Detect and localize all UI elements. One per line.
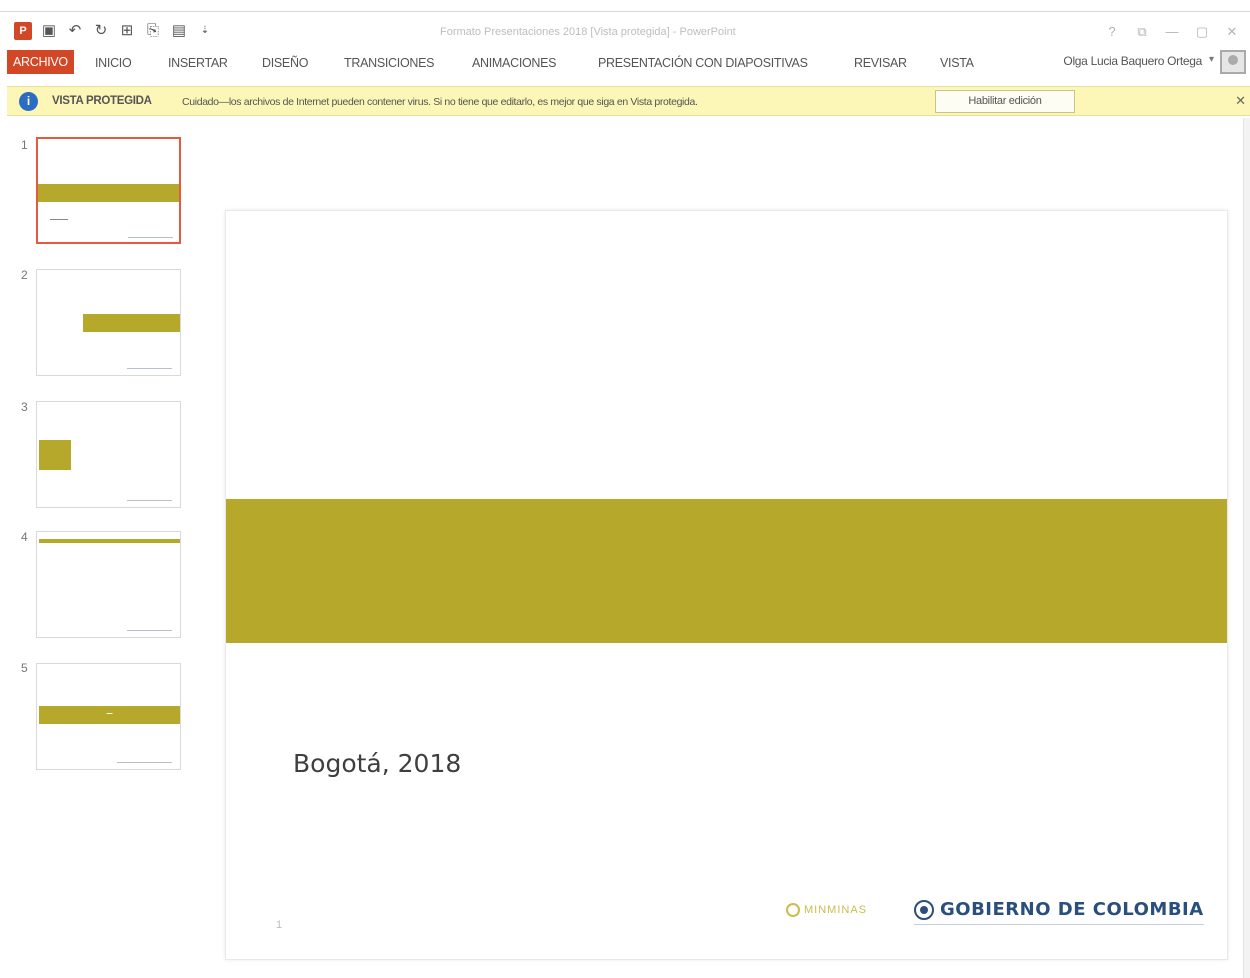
thumbnail-number: 1 (21, 138, 28, 152)
minimize-icon[interactable]: — (1164, 24, 1180, 40)
protected-view-title: VISTA PROTEGIDA (52, 95, 152, 107)
tab-diseno[interactable]: DISEÑO (262, 52, 308, 74)
thumbnail-slide-2[interactable] (36, 269, 181, 376)
thumbnail-slide-5[interactable]: ▬▬ (36, 663, 181, 770)
thumbnail-footer-line (127, 630, 172, 631)
redo-icon[interactable]: ↻ (92, 22, 110, 40)
ministry-logo-text: MINMINAS (804, 904, 867, 916)
government-logo-text: GOBIERNO DE COLOMBIA (940, 899, 1204, 920)
user-dropdown-icon[interactable]: ▾ (1209, 54, 1214, 65)
thumbnail-slide-4[interactable] (36, 531, 181, 638)
thumbnail-number: 5 (21, 661, 28, 675)
thumbnail-band-text: ▬▬ (106, 711, 113, 715)
start-from-beginning-icon[interactable]: ⊞ (118, 22, 136, 40)
tab-transiciones[interactable]: TRANSICIONES (344, 52, 434, 74)
thumbnail-footer-line (127, 500, 172, 501)
thumbnail-block (39, 440, 71, 470)
thumbnail-text-line (50, 219, 68, 220)
help-icon[interactable]: ? (1104, 24, 1120, 40)
close-icon[interactable]: ✕ (1224, 24, 1240, 40)
enable-editing-button[interactable]: Habilitar edición (935, 90, 1075, 113)
window-controls: ? ⧉ — ▢ ✕ (1104, 24, 1240, 40)
government-logo: GOBIERNO DE COLOMBIA (914, 899, 1204, 925)
slide-color-band (226, 499, 1227, 643)
screen-top-edge (0, 0, 1250, 12)
government-seal-icon (914, 899, 934, 920)
new-slide-icon[interactable]: ⎘ (144, 22, 162, 40)
thumbnail-band: ▬▬ (39, 706, 180, 724)
slide-canvas: Bogotá, 2018 1 MINMINAS GOBIERNO DE COLO… (203, 118, 1243, 978)
thumbnail-top-bar (39, 539, 180, 543)
tab-presentacion[interactable]: PRESENTACIÓN CON DIAPOSITIVAS (598, 52, 808, 74)
slide-thumbnails-pane: 1 2 3 4 5 ▬▬ (7, 118, 203, 978)
thumbnail-band (38, 184, 179, 202)
customize-quick-access-icon[interactable]: ⇣ (196, 22, 214, 40)
thumbnail-footer-line (117, 762, 172, 763)
avatar[interactable] (1220, 50, 1246, 74)
tab-insertar[interactable]: INSERTAR (168, 52, 228, 74)
slide-location-date[interactable]: Bogotá, 2018 (293, 749, 461, 778)
save-icon[interactable]: ▣ (40, 22, 58, 40)
powerpoint-app-icon[interactable]: P (14, 22, 32, 40)
thumbnail-number: 3 (21, 400, 28, 414)
slide-number: 1 (276, 919, 283, 931)
thumbnail-number: 2 (21, 268, 28, 282)
ministry-logo: MINMINAS (786, 903, 867, 917)
thumbnail-slide-3[interactable] (36, 401, 181, 508)
tab-animaciones[interactable]: ANIMACIONES (472, 52, 557, 74)
undo-icon[interactable]: ↶ (66, 22, 84, 40)
ministry-seal-icon (786, 903, 800, 917)
protected-view-bar: i VISTA PROTEGIDA Cuidado—los archivos d… (7, 86, 1250, 116)
maximize-icon[interactable]: ▢ (1194, 24, 1210, 40)
tab-vista[interactable]: VISTA (940, 52, 974, 74)
thumbnail-footer-line (127, 368, 172, 369)
document-title: Formato Presentaciones 2018 [Vista prote… (440, 26, 736, 38)
protected-view-message: Cuidado—los archivos de Internet pueden … (182, 96, 698, 108)
quick-access-toolbar: P ▣ ↶ ↻ ⊞ ⎘ ▤ ⇣ (14, 20, 222, 42)
thumbnail-slide-1[interactable] (36, 137, 181, 244)
user-name[interactable]: Olga Lucia Baquero Ortega (1063, 54, 1202, 68)
thumbnail-number: 4 (21, 530, 28, 544)
vertical-scrollbar[interactable] (1243, 118, 1250, 978)
tab-inicio[interactable]: INICIO (95, 52, 132, 74)
shield-icon: i (19, 92, 38, 111)
layout-icon[interactable]: ▤ (170, 22, 188, 40)
close-icon[interactable]: ✕ (1235, 93, 1246, 109)
ribbon-tabs: ARCHIVO INICIO INSERTAR DISEÑO TRANSICIO… (0, 48, 1250, 76)
thumbnail-footer-line (128, 237, 173, 238)
ribbon-display-options-icon[interactable]: ⧉ (1134, 24, 1150, 40)
current-slide[interactable]: Bogotá, 2018 1 MINMINAS GOBIERNO DE COLO… (225, 210, 1228, 960)
tab-archivo[interactable]: ARCHIVO (7, 50, 74, 74)
tab-revisar[interactable]: REVISAR (854, 52, 907, 74)
title-bar: P ▣ ↶ ↻ ⊞ ⎘ ▤ ⇣ Formato Presentaciones 2… (0, 14, 1250, 48)
thumbnail-band (83, 314, 180, 332)
